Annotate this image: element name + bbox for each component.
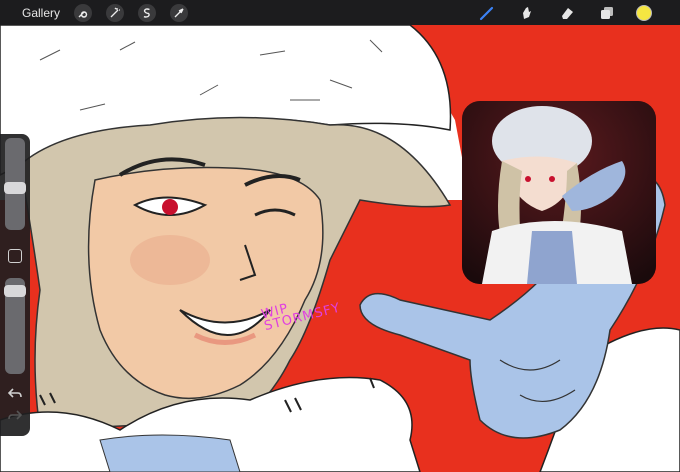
left-sidebar xyxy=(0,134,30,436)
wrench-icon xyxy=(78,10,88,18)
paint-button[interactable] xyxy=(476,2,498,24)
color-picker-button[interactable] xyxy=(636,4,652,21)
opacity-thumb[interactable] xyxy=(4,284,26,297)
layers-button[interactable] xyxy=(596,2,618,24)
eraser-icon xyxy=(562,7,573,19)
reference-image-panel[interactable] xyxy=(462,101,656,284)
selection-icon xyxy=(143,7,150,18)
smudge-icon xyxy=(523,6,531,19)
transform-icon xyxy=(174,7,184,17)
top-toolbar: Gallery xyxy=(0,0,680,25)
brush-icon xyxy=(479,6,494,20)
transform-button[interactable] xyxy=(170,3,189,22)
gallery-button[interactable]: Gallery xyxy=(22,6,60,20)
adjustments-button[interactable] xyxy=(106,3,125,22)
cheek-shading xyxy=(130,235,210,285)
selection-button[interactable] xyxy=(138,3,157,22)
layers-icon xyxy=(601,6,613,19)
left-iris xyxy=(162,199,178,215)
brush-size-thumb[interactable] xyxy=(4,182,26,194)
reference-image xyxy=(462,101,656,284)
erase-button[interactable] xyxy=(556,2,578,24)
shirt xyxy=(99,434,241,472)
right-tool-group xyxy=(476,0,680,25)
smudge-button[interactable] xyxy=(516,2,538,24)
actions-button[interactable] xyxy=(74,3,93,22)
modify-button[interactable] xyxy=(8,249,22,263)
magic-wand-icon xyxy=(110,7,121,17)
redo-icon[interactable] xyxy=(7,409,23,423)
undo-icon[interactable] xyxy=(7,387,23,401)
